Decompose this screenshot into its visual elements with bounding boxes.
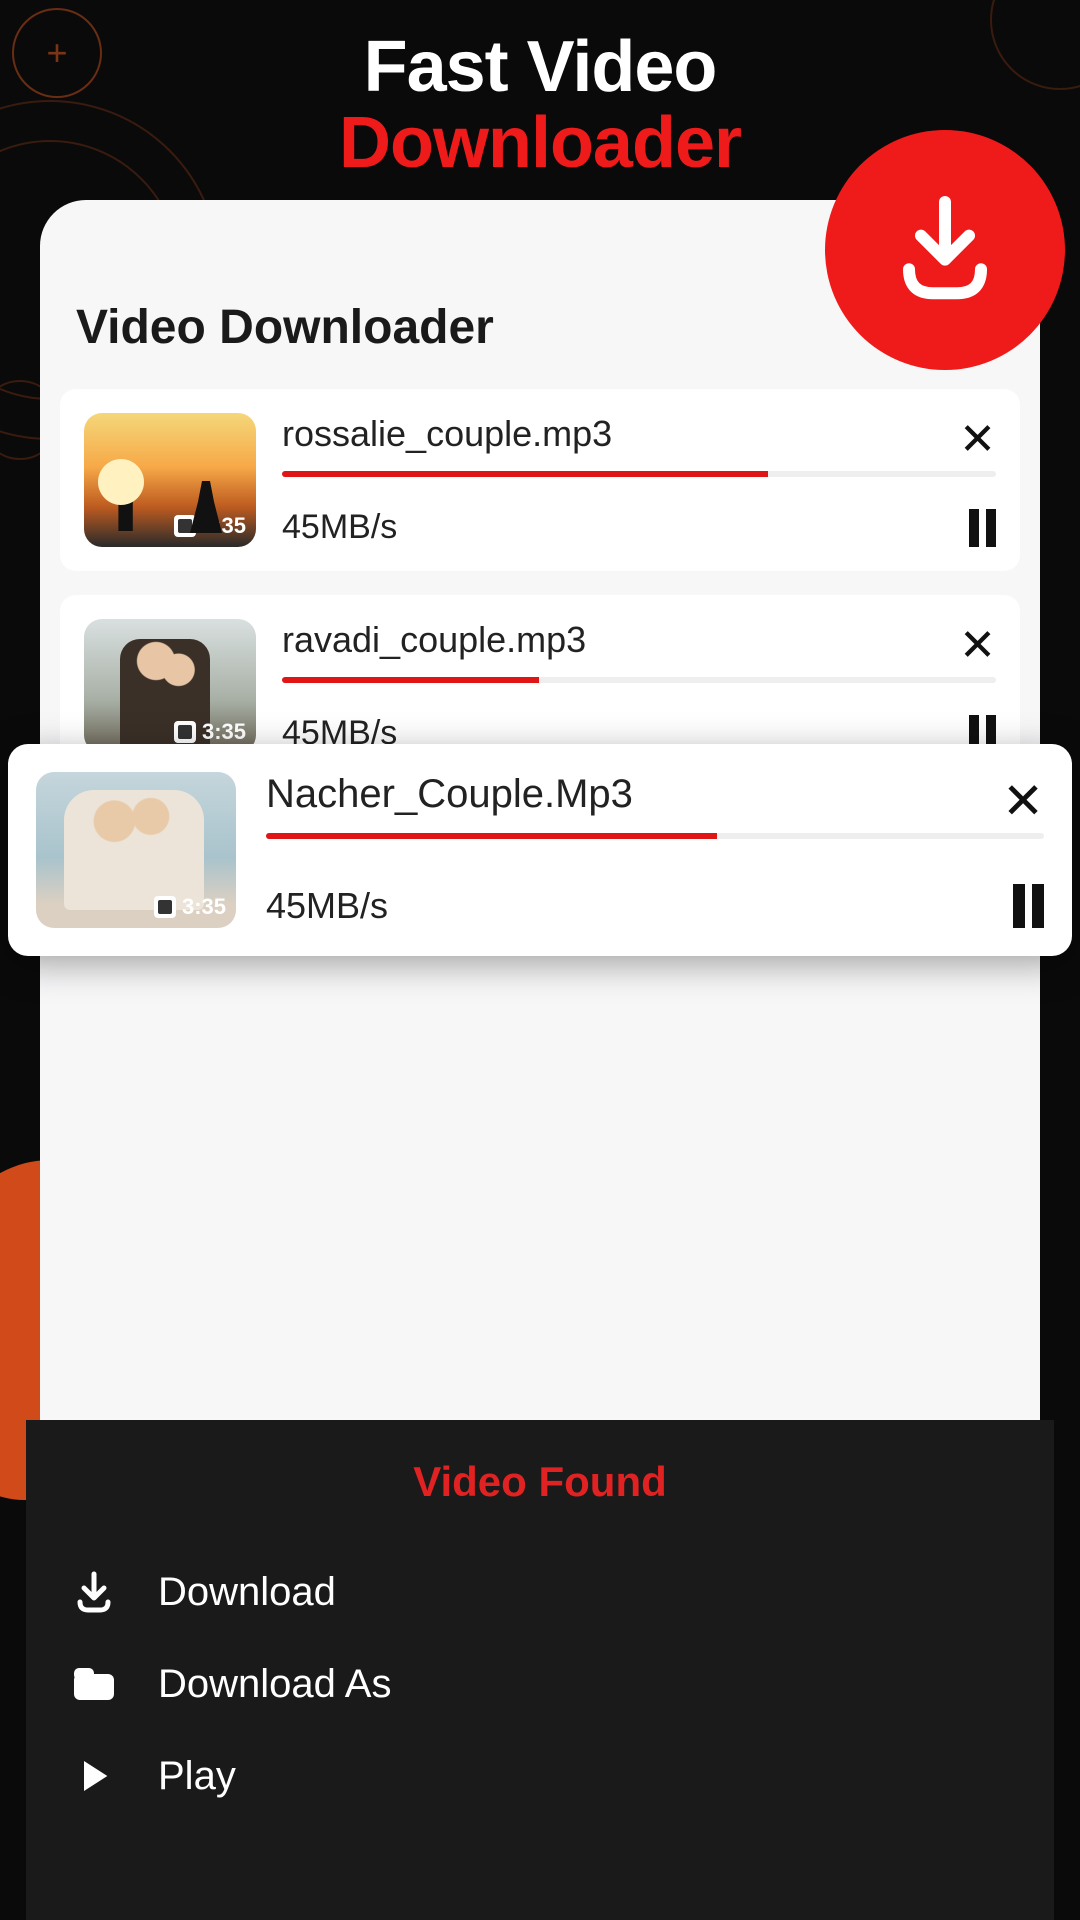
video-thumbnail: 3:35	[36, 772, 236, 928]
close-icon[interactable]: ✕	[959, 619, 996, 659]
option-download-as[interactable]: Download As	[70, 1638, 1010, 1730]
download-item[interactable]: 3:35 rossalie_couple.mp3 ✕ 45MB/s	[60, 389, 1020, 571]
duration-badge: 3:35	[174, 513, 246, 539]
download-fab[interactable]	[825, 130, 1065, 370]
file-name: ravadi_couple.mp3	[282, 619, 586, 661]
option-label: Download As	[158, 1662, 391, 1707]
close-icon[interactable]: ✕	[959, 413, 996, 453]
video-icon	[174, 721, 196, 743]
video-found-sheet: Video Found Download Download As Play	[26, 1420, 1054, 1920]
app-title-line1: Fast Video	[0, 26, 1080, 108]
speed-text: 45MB/s	[282, 508, 397, 547]
video-thumbnail: 3:35	[84, 619, 256, 753]
duration-text: 3:35	[182, 894, 226, 920]
option-label: Play	[158, 1754, 236, 1799]
sheet-title: Video Found	[70, 1458, 1010, 1506]
video-icon	[174, 515, 196, 537]
video-icon	[154, 896, 176, 918]
option-play[interactable]: Play	[70, 1730, 1010, 1822]
progress-bar	[266, 833, 1044, 839]
folder-icon	[70, 1660, 118, 1708]
duration-text: 3:35	[202, 513, 246, 539]
download-icon	[885, 190, 1005, 310]
progress-bar	[282, 471, 996, 477]
pause-button[interactable]	[969, 509, 996, 547]
option-download[interactable]: Download	[70, 1546, 1010, 1638]
progress-bar	[282, 677, 996, 683]
duration-badge: 3:35	[154, 894, 226, 920]
play-icon	[70, 1752, 118, 1800]
active-download-card[interactable]: 3:35 Nacher_Couple.Mp3 ✕ 45MB/s	[8, 744, 1072, 956]
pause-button[interactable]	[1013, 884, 1044, 928]
download-icon	[70, 1568, 118, 1616]
video-thumbnail: 3:35	[84, 413, 256, 547]
file-name: rossalie_couple.mp3	[282, 413, 612, 455]
duration-text: 3:35	[202, 719, 246, 745]
speed-text: 45MB/s	[266, 885, 388, 927]
close-icon[interactable]: ✕	[1002, 772, 1044, 816]
option-label: Download	[158, 1570, 336, 1615]
duration-badge: 3:35	[174, 719, 246, 745]
file-name: Nacher_Couple.Mp3	[266, 772, 633, 817]
